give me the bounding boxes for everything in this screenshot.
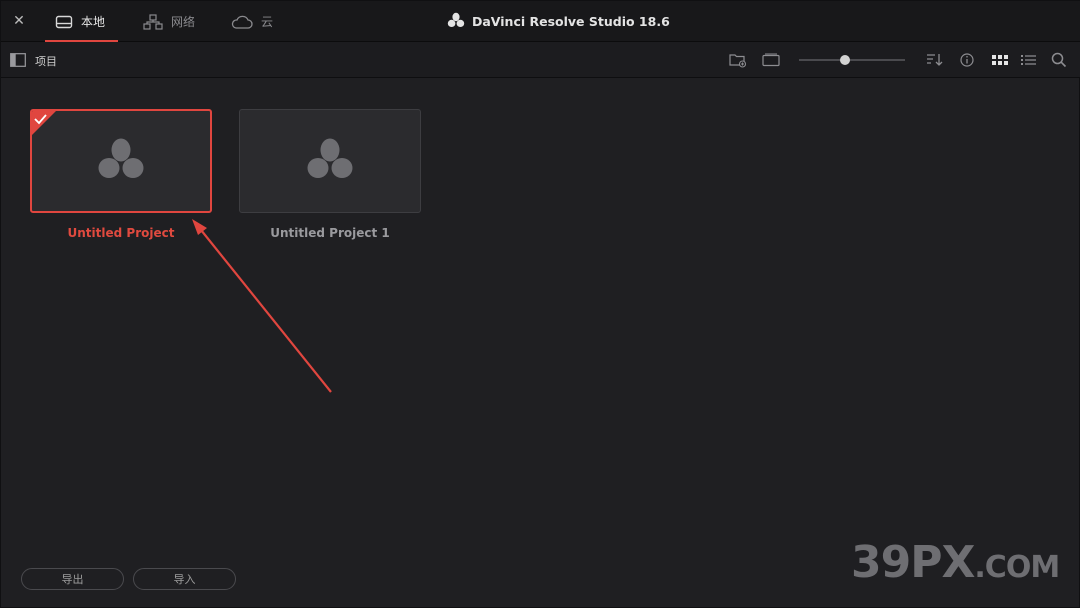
new-folder-icon[interactable]	[729, 51, 747, 69]
project-grid: Untitled Project Untitled Project 1 导出 导…	[1, 79, 1080, 608]
grid-view-icon[interactable]	[991, 51, 1009, 69]
app-title: DaVinci Resolve Studio 18.6	[447, 1, 670, 42]
tab-label: 本地	[81, 15, 106, 29]
watermark-suffix: .COM	[974, 550, 1060, 585]
thumbnail-size-slider-track[interactable]	[799, 59, 905, 61]
network-icon	[143, 13, 163, 30]
tab-label: 网络	[171, 15, 196, 29]
davinci-placeholder-icon	[306, 137, 354, 185]
project-card-untitled-project[interactable]: Untitled Project	[30, 109, 212, 240]
new-project-icon[interactable]	[762, 51, 780, 69]
toolbar: 项目	[1, 42, 1080, 78]
sort-icon[interactable]	[926, 51, 944, 69]
cloud-icon	[231, 15, 253, 29]
project-name: Untitled Project 1	[270, 226, 390, 240]
export-button[interactable]: 导出	[21, 568, 124, 590]
close-button[interactable]: ✕	[9, 11, 29, 31]
watermark: 39PX.COM	[851, 537, 1060, 588]
search-icon[interactable]	[1050, 51, 1068, 69]
davinci-placeholder-icon	[97, 137, 145, 185]
local-drive-icon	[55, 15, 73, 29]
davinci-logo-icon	[447, 12, 465, 31]
watermark-main: 39PX	[851, 537, 975, 588]
tab-local[interactable]: 本地	[45, 1, 118, 42]
title-bar: ✕ 本地 网络 云 DaVinci Resolve Studio 18.6	[1, 1, 1080, 42]
info-icon[interactable]	[958, 51, 976, 69]
tab-cloud[interactable]: 云	[231, 1, 273, 42]
project-thumbnail[interactable]	[30, 109, 212, 213]
import-button[interactable]: 导入	[133, 568, 236, 590]
tab-label: 云	[261, 15, 274, 29]
thumbnail-size-slider-handle[interactable]	[839, 55, 850, 65]
project-thumbnail[interactable]	[239, 109, 421, 213]
project-name: Untitled Project	[67, 226, 175, 240]
project-manager-window: ✕ 本地 网络 云 DaVinci Resolve Studio 18.6 项目…	[0, 0, 1080, 608]
list-view-icon[interactable]	[1020, 51, 1038, 69]
selected-check-icon	[32, 111, 56, 135]
toolbar-title: 项目	[35, 55, 57, 68]
app-title-text: DaVinci Resolve Studio 18.6	[472, 14, 670, 29]
sidebar-toggle-icon[interactable]	[9, 51, 27, 69]
project-card-untitled-project-1[interactable]: Untitled Project 1	[239, 109, 421, 240]
tab-network[interactable]: 网络	[143, 1, 195, 42]
